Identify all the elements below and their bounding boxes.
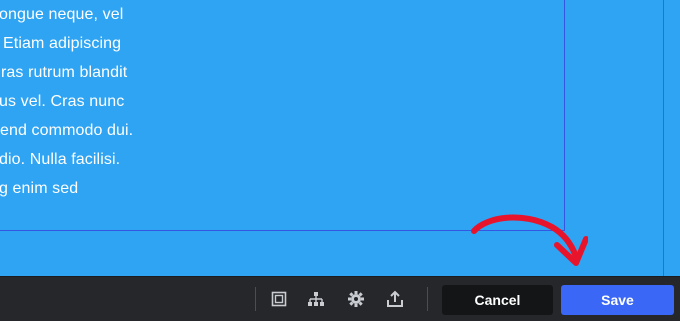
bottom-toolbar: Cancel Save (0, 276, 680, 321)
canvas-guide-line (663, 0, 664, 276)
text-line: Etiam adipiscing (3, 35, 122, 52)
cancel-button[interactable]: Cancel (442, 285, 553, 315)
toolbar-divider (427, 287, 428, 311)
text-line: g enim sed (0, 180, 79, 197)
text-line: end commodo dui. (0, 122, 134, 139)
share-icon[interactable] (382, 286, 408, 312)
paragraph-text[interactable]: ongue neque, vel Etiam adipiscing ras ru… (0, 0, 560, 203)
text-line: us vel. Cras nunc (0, 93, 125, 110)
sitemap-icon[interactable] (303, 286, 329, 312)
save-button[interactable]: Save (561, 285, 674, 315)
toolbar-divider (255, 287, 256, 311)
frame-icon[interactable] (266, 286, 292, 312)
text-line: ongue neque, vel (0, 6, 124, 23)
editor-canvas[interactable]: ongue neque, vel Etiam adipiscing ras ru… (0, 0, 680, 276)
gear-icon[interactable] (343, 286, 369, 312)
text-line: ras rutrum blandit (1, 64, 128, 81)
text-line: dio. Nulla facilisi. (0, 151, 121, 168)
